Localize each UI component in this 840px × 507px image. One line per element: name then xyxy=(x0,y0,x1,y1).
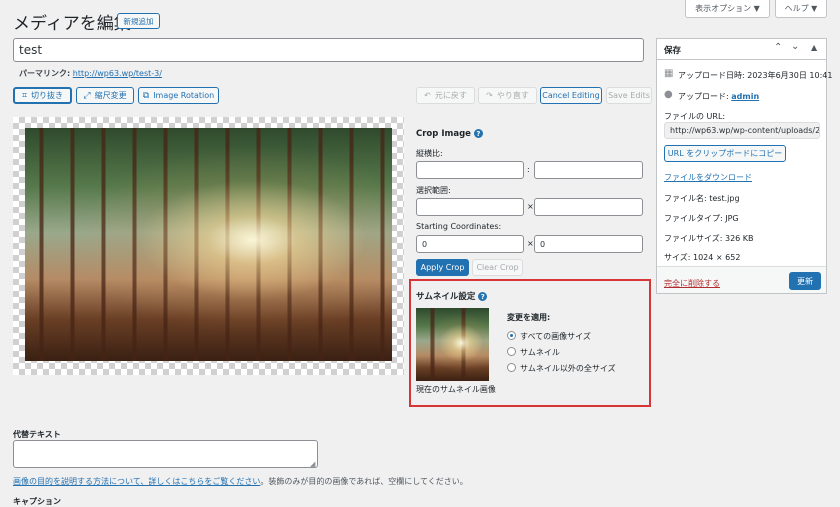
file-type: ファイルタイプ: JPG xyxy=(664,214,739,223)
crop-button-label: 切り抜き xyxy=(31,91,64,100)
save-box-title: 保存 xyxy=(664,46,682,56)
user-icon: ● xyxy=(664,89,673,100)
cancel-editing-button[interactable]: Cancel Editing xyxy=(540,87,602,104)
current-thumbnail-image xyxy=(416,308,489,381)
calendar-icon: ▦ xyxy=(664,68,674,79)
title-input[interactable]: test xyxy=(13,38,644,62)
toggle-panel-icon[interactable]: ▲ xyxy=(811,43,817,52)
current-thumbnail-caption: 現在のサムネイル画像 xyxy=(416,385,496,394)
save-edits-button[interactable]: Save Edits xyxy=(606,87,652,104)
scale-icon: ⤢ xyxy=(83,90,91,101)
caption-label: キャプション xyxy=(13,497,61,506)
undo-label: 元に戻す xyxy=(434,91,467,100)
alt-text-label: 代替テキスト xyxy=(13,430,61,439)
add-new-button[interactable]: 新規追加 xyxy=(117,13,160,29)
start-y-input[interactable]: 0 xyxy=(534,235,643,253)
textarea-resize-icon[interactable]: ◢ xyxy=(310,460,315,468)
file-url-input[interactable]: http://wp63.wp/wp-content/uploads/2 xyxy=(664,122,820,139)
thumbnail-settings-heading: サムネイル設定 ? xyxy=(416,290,488,302)
aspect-ratio-height-input[interactable] xyxy=(534,161,643,179)
radio-thumbnail-label: サムネイル xyxy=(520,348,560,357)
radio-all-sizes[interactable] xyxy=(507,331,516,340)
redo-label: やり直す xyxy=(496,91,529,100)
radio-thumbnail[interactable] xyxy=(507,347,516,356)
aspect-ratio-width-input[interactable] xyxy=(416,161,524,179)
alt-text-help-link[interactable]: 画像の目的を説明する方法について、詳しくはこちらをご覧ください xyxy=(13,477,260,486)
thumbnail-settings-title: サムネイル設定 xyxy=(416,292,476,302)
rotate-icon: ⧉ xyxy=(142,90,150,101)
uploader-link[interactable]: admin xyxy=(731,92,759,101)
save-box-header xyxy=(657,39,826,60)
radio-all-sizes-label: すべての画像サイズ xyxy=(520,332,591,341)
selection-separator: × xyxy=(527,202,534,211)
copy-url-button[interactable]: URL をクリップボードにコピー xyxy=(664,145,786,162)
download-file-link[interactable]: ファイルをダウンロード xyxy=(664,172,752,183)
page-title: メディアを編集 xyxy=(13,14,131,34)
crop-image-title: Crop Image xyxy=(416,129,471,139)
delete-permanently-link[interactable]: 完全に削除する xyxy=(664,278,720,289)
crop-image-heading: Crop Image ? xyxy=(416,129,483,139)
upload-date: アップロード日時: 2023年6月30日 10:41 xyxy=(678,71,833,80)
image-rotation-button[interactable]: ⧉ Image Rotation xyxy=(138,87,219,104)
scale-button[interactable]: ⤢ 縮尺変更 xyxy=(76,87,134,104)
alt-text-help-rest: 。装飾のみが目的の画像であれば、空欄にしてください。 xyxy=(260,477,468,486)
permalink-link[interactable]: http://wp63.wp/test-3/ xyxy=(73,69,162,78)
help-icon[interactable]: ? xyxy=(473,129,483,138)
crop-icon: ⌗ xyxy=(21,90,28,101)
file-size: ファイルサイズ: 326 KB xyxy=(664,234,754,243)
help-icon[interactable]: ? xyxy=(478,292,488,301)
apply-changes-label: 変更を適用: xyxy=(507,313,551,322)
editable-image[interactable] xyxy=(25,128,392,361)
starting-coordinates-label: Starting Coordinates: xyxy=(416,222,502,231)
scale-button-label: 縮尺変更 xyxy=(94,91,127,100)
selection-width-input[interactable] xyxy=(416,198,524,216)
redo-icon: ↷ xyxy=(486,91,493,100)
selection-height-input[interactable] xyxy=(534,198,643,216)
screen-options-button[interactable]: 表示オプション ▼ xyxy=(685,0,770,18)
start-x-input[interactable]: 0 xyxy=(416,235,524,253)
undo-button[interactable]: ↶ 元に戻す xyxy=(416,87,475,104)
uploaded-by-label: アップロード: xyxy=(678,92,732,101)
permalink-label: パーマリンク: xyxy=(19,69,71,78)
coordinates-separator: × xyxy=(527,239,534,248)
clear-crop-button[interactable]: Clear Crop xyxy=(472,259,523,276)
apply-crop-button[interactable]: Apply Crop xyxy=(416,259,469,276)
alt-text-textarea[interactable] xyxy=(13,440,318,468)
permalink: パーマリンク: http://wp63.wp/test-3/ xyxy=(19,68,162,79)
crop-button[interactable]: ⌗ 切り抜き xyxy=(13,87,72,104)
image-rotation-label: Image Rotation xyxy=(153,91,215,100)
dimensions: サイズ: 1024 × 652 xyxy=(664,253,741,262)
chevron-up-icon[interactable]: ⌃ xyxy=(774,42,782,53)
update-button[interactable]: 更新 xyxy=(789,272,821,290)
file-url-label: ファイルの URL: xyxy=(664,112,726,121)
redo-button[interactable]: ↷ やり直す xyxy=(478,87,537,104)
chevron-down-icon[interactable]: ⌄ xyxy=(791,41,799,52)
help-button[interactable]: ヘルプ ▼ xyxy=(775,0,827,18)
radio-all-except-thumbnail[interactable] xyxy=(507,363,516,372)
alt-text-help: 画像の目的を説明する方法について、詳しくはこちらをご覧ください。装飾のみが目的の… xyxy=(13,476,468,487)
aspect-ratio-label: 縦横比: xyxy=(416,149,443,158)
uploaded-by: アップロード: admin xyxy=(678,91,759,102)
file-name: ファイル名: test.jpg xyxy=(664,194,740,203)
selection-label: 選択範囲: xyxy=(416,186,451,195)
undo-icon: ↶ xyxy=(424,91,431,100)
radio-all-except-thumbnail-label: サムネイル以外の全サイズ xyxy=(520,364,616,373)
aspect-ratio-separator: : xyxy=(527,165,530,174)
